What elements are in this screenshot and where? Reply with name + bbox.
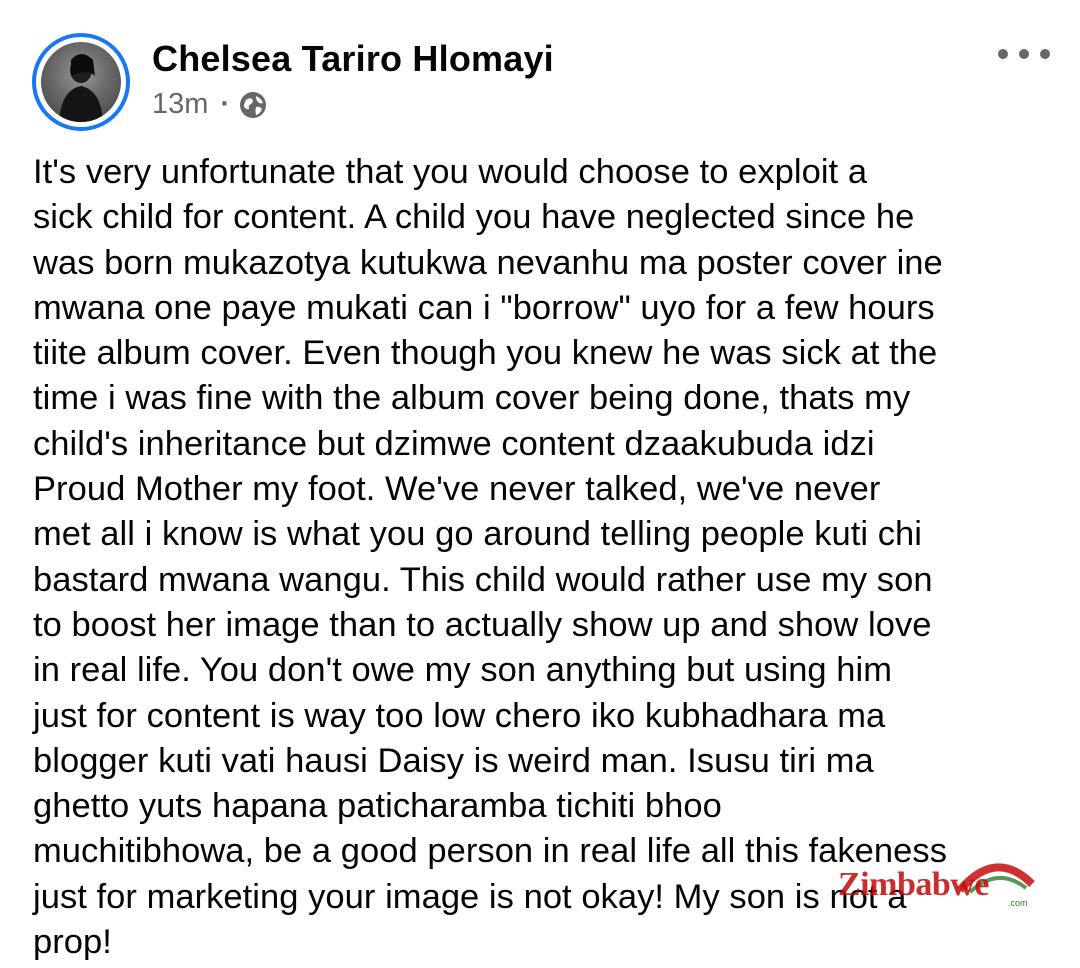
avatar[interactable] (32, 33, 130, 131)
meta-separator: · (220, 88, 231, 120)
post-body-text: It's very unfortunate that you would cho… (33, 153, 947, 962)
post-meta: 13m · (152, 88, 267, 121)
globe-icon[interactable] (239, 91, 267, 119)
author-name[interactable]: Chelsea Tariro Hlomayi (152, 38, 554, 80)
more-options-icon[interactable] (998, 40, 1050, 68)
profile-photo (41, 42, 121, 122)
post-timestamp[interactable]: 13m (152, 88, 208, 121)
facebook-post: Chelsea Tariro Hlomayi 13m · It's very u… (0, 0, 1080, 968)
